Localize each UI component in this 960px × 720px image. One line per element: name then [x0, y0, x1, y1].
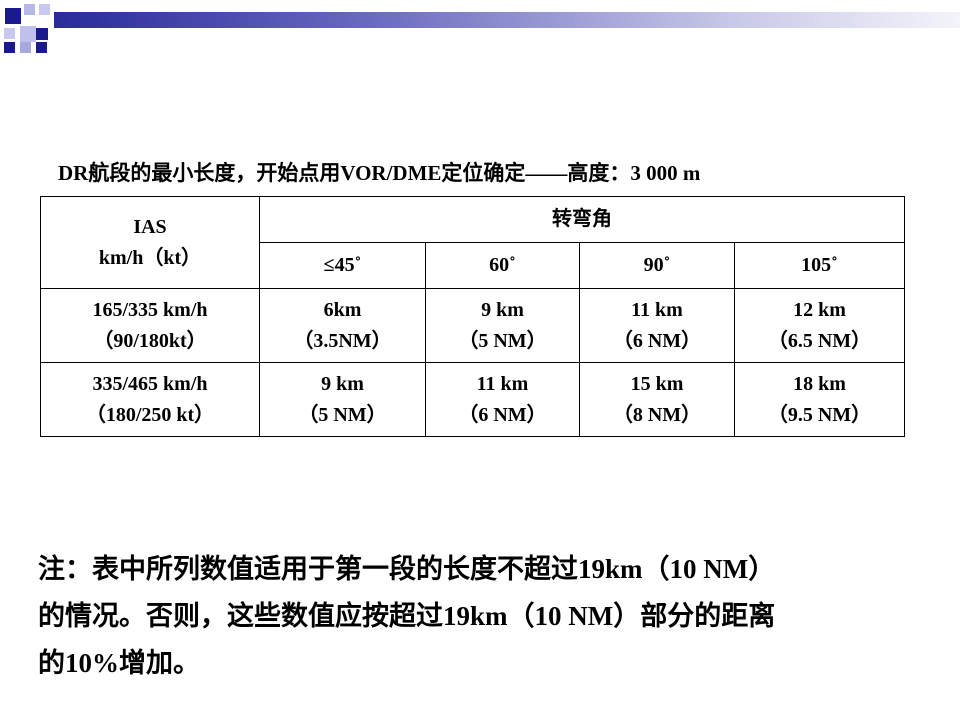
footnote-line: 的情况。否则，这些数值应按超过19km（10 NM）部分的距离 [38, 601, 776, 631]
distance-cell: 15 km （8 NM） [579, 362, 735, 437]
distance-nm: （9.5 NM） [767, 403, 872, 426]
distance-km: 18 km [793, 372, 846, 395]
distance-cell: 9 km （5 NM） [425, 288, 580, 363]
angle-header-45: ≤45˚ [259, 242, 426, 289]
turn-angle-header: 转弯角 [259, 196, 905, 243]
table-title: DR航段的最小长度，开始点用VOR/DME定位确定——高度：3 000 m [58, 161, 701, 185]
distance-nm: （6.5 NM） [767, 329, 872, 352]
distance-cell: 18 km （9.5 NM） [734, 362, 905, 437]
decor-square [36, 28, 48, 40]
ias-speed-kmh: 165/335 km/h [92, 298, 208, 321]
distance-nm: （5 NM） [458, 329, 547, 352]
distance-cell: 12 km （6.5 NM） [734, 288, 905, 363]
decor-square [4, 28, 15, 39]
ias-speed-kmh: 335/465 km/h [92, 372, 208, 395]
header-gradient-bar [54, 12, 960, 28]
ias-header-unit: km/h（kt） [98, 246, 202, 269]
distance-nm: （6 NM） [612, 329, 702, 352]
decor-square [5, 8, 21, 24]
footnote: 注：表中所列数值适用于第一段的长度不超过19km（10 NM） 的情况。否则，这… [38, 546, 928, 687]
ias-speed-kt: （90/180kt） [93, 329, 207, 352]
distance-km: 15 km [630, 372, 684, 395]
decor-square [4, 42, 15, 53]
ias-header-label: IAS [133, 215, 167, 238]
distance-cell: 11 km （6 NM） [579, 288, 735, 363]
decor-square [20, 26, 36, 42]
distance-nm: （5 NM） [298, 403, 387, 426]
table-row: 335/465 km/h （180/250 kt） 9 km （5 NM） 11… [40, 362, 905, 437]
dr-segment-table: IAS km/h（kt） 转弯角 ≤45˚ 60˚ 90˚ 105˚ 165/3… [40, 196, 905, 437]
distance-km: 11 km [476, 372, 529, 395]
ias-cell: 335/465 km/h （180/250 kt） [40, 362, 260, 437]
footnote-line: 注：表中所列数值适用于第一段的长度不超过19km（10 NM） [38, 554, 776, 584]
distance-km: 12 km [793, 298, 846, 321]
ias-header-cell: IAS km/h（kt） [40, 196, 260, 289]
decor-square [24, 4, 35, 15]
distance-km: 9 km [481, 298, 524, 321]
footnote-line: 的10%增加。 [38, 648, 200, 678]
distance-cell: 6km （3.5NM） [259, 288, 426, 363]
table-row: 165/335 km/h （90/180kt） 6km （3.5NM） 9 km… [40, 288, 905, 363]
header-row: IAS km/h（kt） 转弯角 [40, 196, 905, 289]
distance-nm: （3.5NM） [293, 329, 392, 352]
distance-km: 6km [323, 298, 362, 321]
decor-square [20, 42, 31, 53]
distance-km: 9 km [321, 372, 364, 395]
angle-header-90: 90˚ [579, 242, 735, 289]
decor-square [39, 4, 50, 15]
distance-cell: 9 km （5 NM） [259, 362, 426, 437]
distance-cell: 11 km （6 NM） [425, 362, 580, 437]
angle-header-105: 105˚ [734, 242, 905, 289]
decor-square [36, 42, 47, 53]
distance-nm: （8 NM） [612, 403, 702, 426]
ias-cell: 165/335 km/h （90/180kt） [40, 288, 260, 363]
distance-nm: （6 NM） [458, 403, 547, 426]
ias-speed-kt: （180/250 kt） [85, 403, 215, 426]
angle-header-60: 60˚ [425, 242, 580, 289]
distance-km: 11 km [631, 298, 683, 321]
